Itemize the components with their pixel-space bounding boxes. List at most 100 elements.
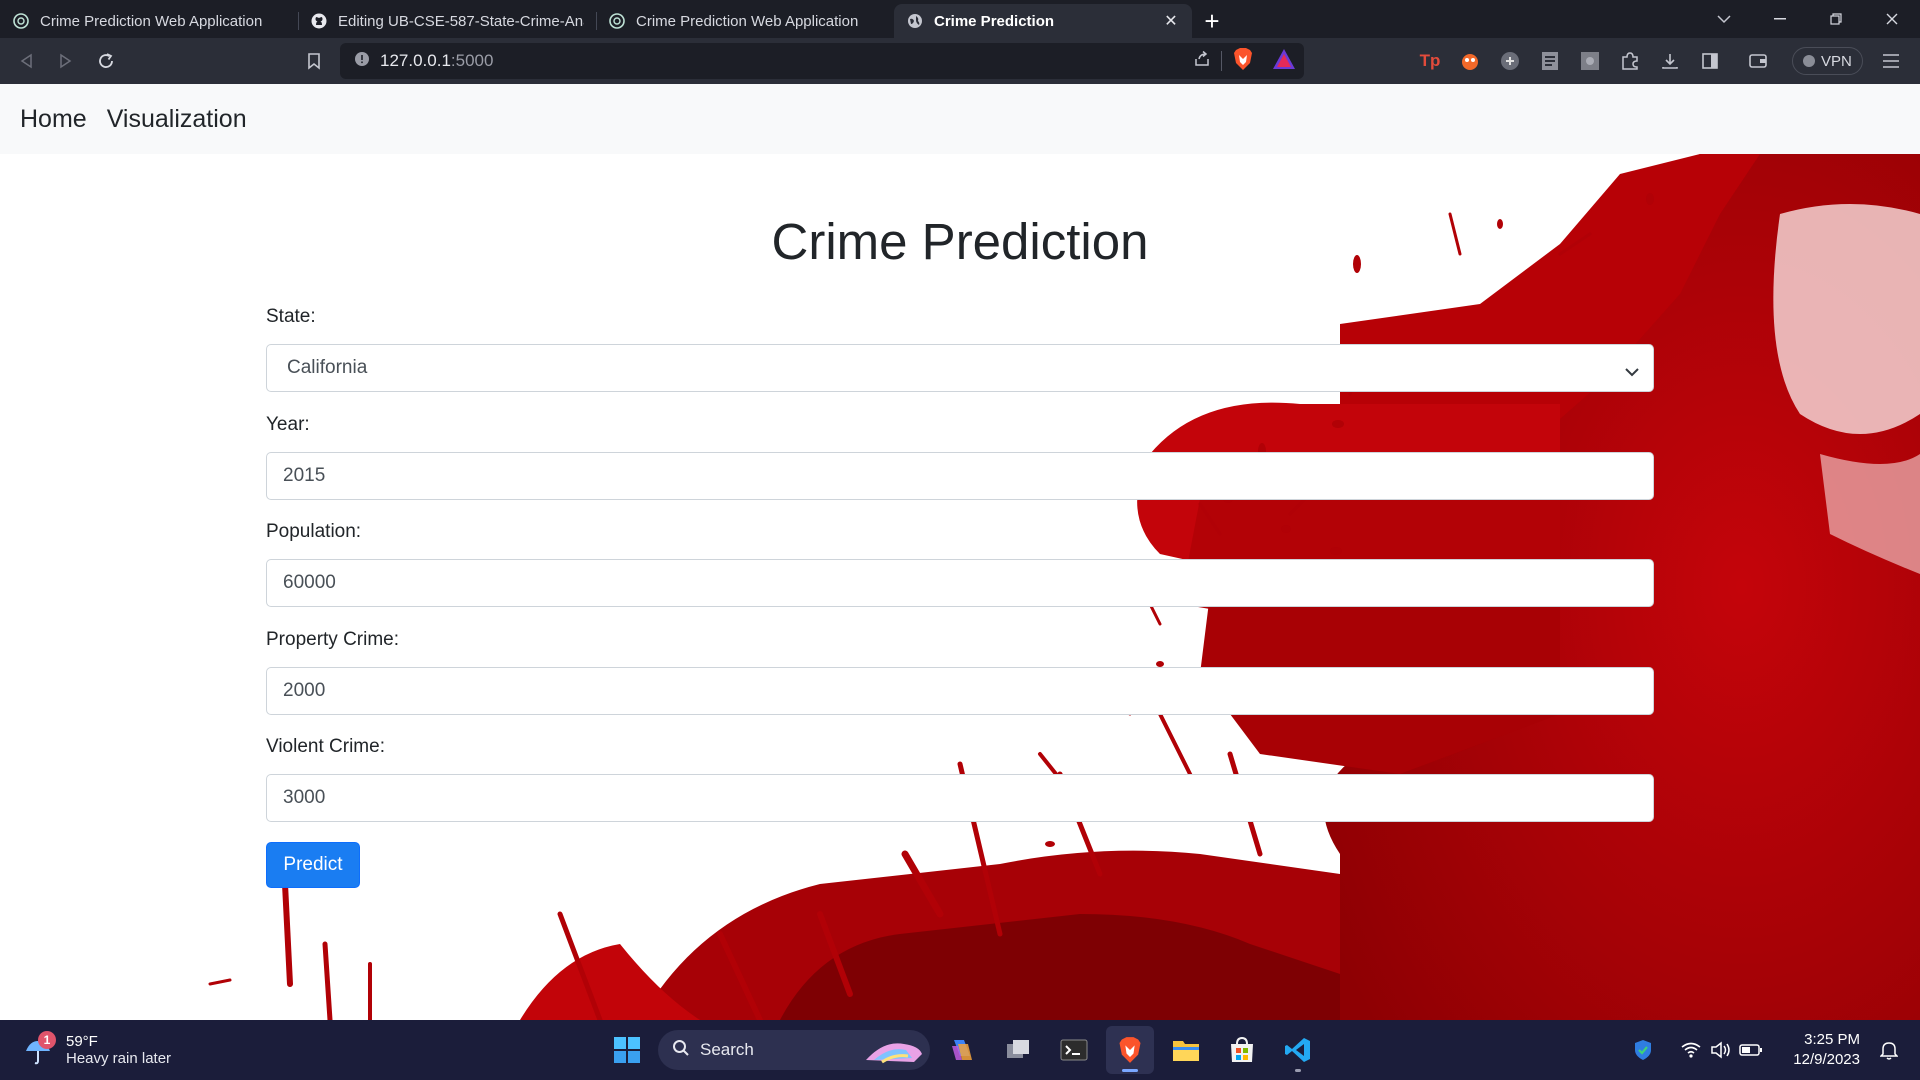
weather-desc: Heavy rain later <box>66 1050 172 1067</box>
new-tab-button[interactable]: + <box>1192 4 1232 38</box>
site-navbar: Home Visualization <box>0 84 1920 154</box>
windows-start-icon[interactable] <box>604 1027 650 1073</box>
wallet-icon[interactable] <box>1740 43 1776 79</box>
year-value: 2015 <box>283 465 326 486</box>
openai-icon <box>608 12 626 30</box>
brave-browser-icon[interactable] <box>1106 1026 1154 1074</box>
site-info-icon[interactable] <box>354 51 370 72</box>
bookmark-icon[interactable] <box>294 43 334 79</box>
back-icon[interactable] <box>6 43 46 79</box>
weather-text: 59°F Heavy rain later <box>66 1033 171 1067</box>
file-explorer-icon[interactable] <box>1162 1026 1210 1074</box>
state-selected-value: California <box>287 357 368 378</box>
copilot-icon[interactable] <box>938 1026 986 1074</box>
tab-title: Crime Prediction Web Application <box>636 12 859 30</box>
globe-icon <box>906 12 924 30</box>
menu-icon[interactable] <box>1873 43 1909 79</box>
rain-umbrella-icon: 1 <box>22 1031 56 1067</box>
security-shield-icon[interactable] <box>1628 1035 1658 1065</box>
violent-crime-label: Violent Crime: <box>266 736 385 757</box>
github-icon <box>310 12 328 30</box>
state-label: State: <box>266 306 316 327</box>
vpn-button[interactable]: VPN <box>1792 47 1863 75</box>
search-icon <box>672 1039 690 1062</box>
divider <box>1221 51 1222 71</box>
window-controls <box>1696 0 1920 38</box>
forward-icon[interactable] <box>46 43 86 79</box>
extension-orange-icon[interactable] <box>1452 43 1488 79</box>
predict-button[interactable]: Predict <box>266 842 360 888</box>
population-input[interactable]: 60000 <box>266 559 1654 607</box>
extension-image-icon[interactable] <box>1572 43 1608 79</box>
url-host: 127.0.0.1 <box>380 51 451 70</box>
active-indicator <box>1122 1069 1138 1072</box>
page-content: Crime Prediction State: California Year:… <box>0 154 1920 1020</box>
terminal-icon[interactable] <box>1050 1026 1098 1074</box>
vpn-status-icon <box>1803 55 1815 67</box>
close-window-icon[interactable] <box>1864 0 1920 38</box>
tab-strip: Crime Prediction Web Application Editing… <box>0 0 1920 38</box>
close-tab-icon[interactable]: ✕ <box>1162 12 1180 30</box>
property-crime-label: Property Crime: <box>266 629 400 650</box>
running-indicator <box>1295 1069 1301 1072</box>
notification-bell-icon[interactable] <box>1874 1035 1904 1065</box>
system-tray: 3:25 PM 12/9/2023 <box>1628 1026 1920 1074</box>
vscode-icon[interactable] <box>1274 1026 1322 1074</box>
tab-search-icon[interactable] <box>1696 0 1752 38</box>
tab-crime-prediction-active[interactable]: Crime Prediction ✕ <box>894 4 1192 38</box>
brave-rewards-icon[interactable] <box>1272 48 1296 75</box>
tab-title: Editing UB-CSE-587-State-Crime-Analy <box>338 12 584 30</box>
wifi-icon[interactable] <box>1676 1035 1706 1065</box>
openai-icon <box>12 12 30 30</box>
nav-visualization-link[interactable]: Visualization <box>107 105 247 134</box>
extensions-puzzle-icon[interactable] <box>1612 43 1648 79</box>
tab-title: Crime Prediction Web Application <box>40 12 263 30</box>
microsoft-store-icon[interactable] <box>1218 1026 1266 1074</box>
violent-crime-value: 3000 <box>283 787 326 808</box>
download-icon[interactable] <box>1652 43 1688 79</box>
url-port: :5000 <box>450 51 494 70</box>
tab-github-editing[interactable]: Editing UB-CSE-587-State-Crime-Analy <box>298 4 596 38</box>
task-view-icon[interactable] <box>994 1026 1042 1074</box>
nav-home-link[interactable]: Home <box>20 105 87 134</box>
reload-icon[interactable] <box>86 43 126 79</box>
brave-shields-icon[interactable] <box>1232 47 1254 76</box>
search-label: Search <box>700 1040 754 1059</box>
clock-time: 3:25 PM <box>1804 1031 1860 1048</box>
property-crime-value: 2000 <box>283 680 326 701</box>
violent-crime-input[interactable]: 3000 <box>266 774 1654 822</box>
system-clock[interactable]: 3:25 PM 12/9/2023 <box>1776 1030 1860 1070</box>
tab-title: Crime Prediction <box>934 12 1055 30</box>
tp-extension-icon[interactable]: Tp <box>1412 43 1448 79</box>
address-bar[interactable]: 127.0.0.1 :5000 <box>340 43 1304 79</box>
chevron-down-icon <box>1625 361 1639 383</box>
weather-widget[interactable]: 1 59°F Heavy rain later <box>22 1026 171 1074</box>
clock-date: 12/9/2023 <box>1793 1051 1860 1068</box>
year-input[interactable]: 2015 <box>266 452 1654 500</box>
extension-doc-icon[interactable] <box>1532 43 1568 79</box>
share-icon[interactable] <box>1193 50 1211 73</box>
vpn-label: VPN <box>1821 52 1852 70</box>
weather-alert-badge: 1 <box>38 1031 56 1049</box>
population-value: 60000 <box>283 572 336 593</box>
extensions-area: Tp VPN <box>1412 38 1909 84</box>
browser-toolbar: 127.0.0.1 :5000 Tp VPN <box>0 38 1920 84</box>
tab-crime-prediction-web-app-1[interactable]: Crime Prediction Web Application <box>0 4 298 38</box>
restore-icon[interactable] <box>1808 0 1864 38</box>
battery-icon[interactable] <box>1736 1035 1766 1065</box>
volume-icon[interactable] <box>1706 1035 1736 1065</box>
windows-taskbar: 1 59°F Heavy rain later Search 3:25 PM 1… <box>0 1020 1920 1080</box>
population-label: Population: <box>266 521 362 542</box>
weather-temp: 59°F <box>66 1033 98 1050</box>
search-highlight-icon <box>866 1043 922 1064</box>
minimize-icon[interactable] <box>1752 0 1808 38</box>
taskbar-search[interactable]: Search <box>658 1030 930 1070</box>
sidebar-icon[interactable] <box>1692 43 1728 79</box>
page-title: Crime Prediction <box>771 213 1149 270</box>
extension-gray-icon[interactable] <box>1492 43 1528 79</box>
state-select[interactable]: California <box>266 344 1654 392</box>
property-crime-input[interactable]: 2000 <box>266 667 1654 715</box>
taskbar-apps: Search <box>604 1026 1322 1074</box>
year-label: Year: <box>266 414 310 435</box>
tab-crime-prediction-web-app-2[interactable]: Crime Prediction Web Application <box>596 4 894 38</box>
